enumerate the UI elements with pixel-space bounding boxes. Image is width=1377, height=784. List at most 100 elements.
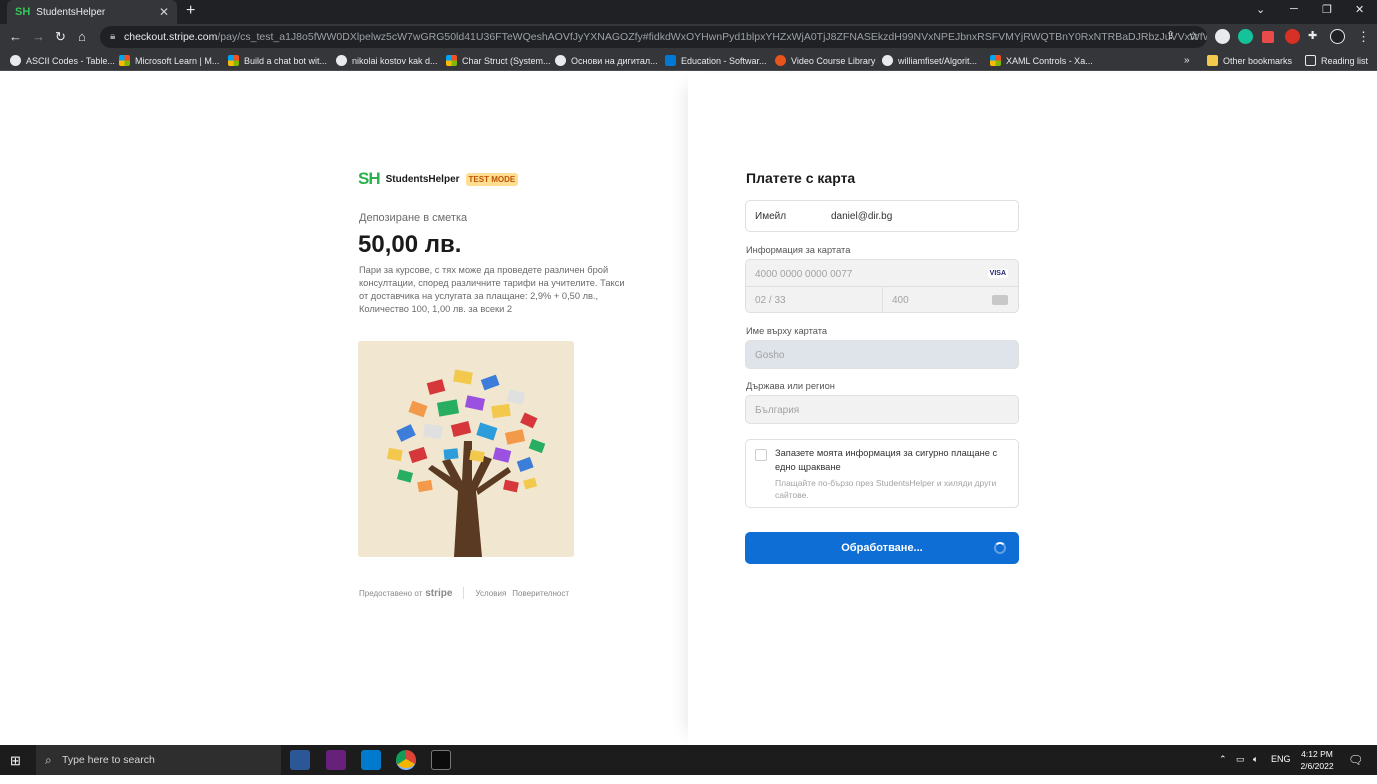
save-info-subtitle: Плащайте по-бързо през StudentsHelper и … (775, 478, 997, 500)
bookmark-item[interactable]: nikolai kostov kak d... (336, 53, 438, 68)
privacy-link[interactable]: Поверителност (512, 589, 569, 598)
minimize-button[interactable]: ─ (1290, 3, 1298, 15)
windows-taskbar: ⊞ ⌕ Type here to search ⌃ ▭ 🔈︎ ENG 4:12 … (0, 745, 1377, 775)
tab-close-icon[interactable]: ✕ (159, 5, 169, 19)
terminal-icon[interactable] (431, 750, 451, 770)
tab-favicon-icon: SH (15, 6, 31, 18)
checkout-page: SH StudentsHelper TEST MODE Депозиране в… (0, 73, 1377, 745)
save-info-title: Запазете моята информация за сигурно пла… (775, 448, 998, 472)
video-icon (775, 55, 786, 66)
back-button[interactable]: ← (9, 29, 22, 44)
email-field[interactable]: Имейл daniel@dir.bg (745, 200, 1019, 232)
checkout-footer: Предоставено от stripe Условия Поверител… (359, 587, 575, 599)
microsoft-logo-icon (990, 55, 1001, 66)
github-icon (882, 55, 893, 66)
restore-button[interactable]: ❐ (1322, 3, 1332, 16)
menu-kebab-icon[interactable]: ⋮ (1357, 29, 1370, 45)
google-icon (555, 55, 566, 66)
url-host: checkout.stripe.com (124, 31, 218, 43)
browser-tab-strip: SH StudentsHelper ✕ + ⌄ ─ ❐ ✕ (0, 0, 1377, 24)
microsoft-logo-icon (446, 55, 457, 66)
reading-list[interactable]: Reading list (1305, 53, 1368, 68)
email-value: daniel@dir.bg (831, 211, 893, 222)
price: 50,00 лв. (358, 231, 462, 258)
url-path: /pay/cs_test_a1J8o5fWW0DXlpelwz5cW7wGRG5… (217, 31, 1207, 43)
bookmark-item[interactable]: Build a chat bot wit... (228, 53, 327, 68)
product-name: Депозиране в сметка (359, 212, 468, 224)
payment-form-title: Платете с карта (746, 170, 856, 186)
language-indicator[interactable]: ENG (1271, 754, 1291, 784)
microsoft-logo-icon (228, 55, 239, 66)
chrome-icon[interactable] (396, 750, 416, 770)
bookmark-item[interactable]: ASCII Codes - Table... (10, 53, 115, 68)
cardholder-name-input[interactable]: Gosho (745, 340, 1019, 369)
merchant-name: StudentsHelper (385, 173, 460, 185)
terms-link[interactable]: Условия (475, 589, 506, 598)
profile-extension-icon[interactable] (1215, 29, 1230, 44)
taskbar-search[interactable]: ⌕ Type here to search (36, 745, 281, 775)
country-label: Държава или регион (746, 381, 835, 391)
test-mode-badge: TEST MODE (465, 172, 519, 186)
bookmark-item[interactable]: Education - Softwar... (665, 53, 767, 68)
taskbar-search-placeholder: Type here to search (62, 754, 155, 766)
vscode-icon[interactable] (361, 750, 381, 770)
reload-button[interactable]: ↻ (55, 29, 66, 45)
bookmark-item[interactable]: Microsoft Learn | M... (119, 53, 219, 68)
order-summary-pane (0, 73, 688, 745)
product-description: Пари за курсове, с тях може да проведете… (359, 265, 625, 314)
record-extension-icon[interactable] (1285, 29, 1300, 44)
bookmark-item[interactable]: Char Struct (System... (446, 53, 551, 68)
tray-chevron-icon[interactable]: ⌃ (1219, 754, 1227, 784)
profile-avatar-icon[interactable] (1330, 29, 1345, 44)
bookmarks-overflow-icon[interactable]: » (1184, 53, 1190, 68)
app-icon[interactable] (290, 750, 310, 770)
reading-list-icon (1305, 55, 1316, 66)
browser-tab[interactable]: SH StudentsHelper ✕ (7, 0, 177, 24)
browser-toolbar: ← → ↻ ⌂ 🔒︎ checkout.stripe.com/pay/cs_te… (0, 24, 1377, 50)
card-number-input[interactable]: 4000 0000 0000 0077 (755, 269, 852, 280)
close-window-button[interactable]: ✕ (1355, 3, 1364, 16)
folder-icon (1207, 55, 1218, 66)
microsoft-logo-icon (119, 55, 130, 66)
bookmarks-bar: ASCII Codes - Table... Microsoft Learn |… (0, 50, 1377, 71)
azure-icon (665, 55, 676, 66)
card-cvc-input[interactable]: 400 (892, 295, 909, 306)
country-select[interactable]: България (745, 395, 1019, 424)
merchant-header[interactable]: SH StudentsHelper TEST MODE (358, 169, 519, 189)
bookmark-star-icon[interactable]: ☆ (1188, 29, 1199, 43)
card-expiry-input[interactable]: 02 / 33 (755, 295, 786, 306)
save-info-checkbox[interactable] (755, 449, 767, 461)
cvc-card-icon (992, 295, 1008, 305)
taskbar-clock[interactable]: 4:12 PM 2/6/2022 (1298, 748, 1336, 772)
merchant-logo-icon: SH (358, 169, 381, 188)
windows-start-icon[interactable]: ⊞ (10, 753, 21, 769)
forward-button[interactable]: → (32, 29, 45, 44)
tab-search-icon[interactable]: ⌄ (1256, 3, 1265, 16)
tab-title: StudentsHelper (36, 6, 106, 18)
notification-icon[interactable]: 🗨︎ (1348, 753, 1363, 783)
search-icon: ⌕ (45, 753, 52, 767)
clock-time: 4:12 PM (1301, 749, 1333, 759)
powered-by-label: Предоставено от (359, 588, 423, 598)
new-tab-button[interactable]: + (186, 2, 195, 20)
visual-studio-icon[interactable] (326, 750, 346, 770)
clock-date: 2/6/2022 (1300, 761, 1334, 771)
stripe-logo[interactable]: stripe (425, 588, 452, 599)
bookmark-item[interactable]: Основи на дигитал... (555, 53, 658, 68)
bookmark-item[interactable]: Video Course Library (775, 53, 875, 68)
home-button[interactable]: ⌂ (78, 29, 86, 44)
card-info-label: Информация за картата (746, 245, 851, 255)
address-bar[interactable]: 🔒︎ checkout.stripe.com/pay/cs_test_a1J8o… (100, 26, 1207, 48)
other-bookmarks[interactable]: Other bookmarks (1207, 53, 1292, 68)
bookmark-item[interactable]: XAML Controls - Xa... (990, 53, 1093, 68)
card-info-field[interactable]: 4000 0000 0000 0077 VISA 02 / 33 400 (745, 259, 1019, 313)
cardholder-name-value: Gosho (755, 350, 785, 361)
pdf-extension-icon[interactable] (1262, 31, 1274, 43)
grammarly-icon[interactable] (1238, 29, 1253, 44)
extensions-puzzle-icon[interactable]: ✚ (1308, 29, 1317, 42)
pay-button[interactable]: Обработване... (745, 532, 1019, 564)
bookmark-item[interactable]: williamfiset/Algorit... (882, 53, 977, 68)
network-icon[interactable]: ▭ (1236, 754, 1245, 784)
volume-icon[interactable]: 🔈︎ (1253, 754, 1258, 784)
share-icon[interactable]: ⇪ (1166, 29, 1175, 42)
